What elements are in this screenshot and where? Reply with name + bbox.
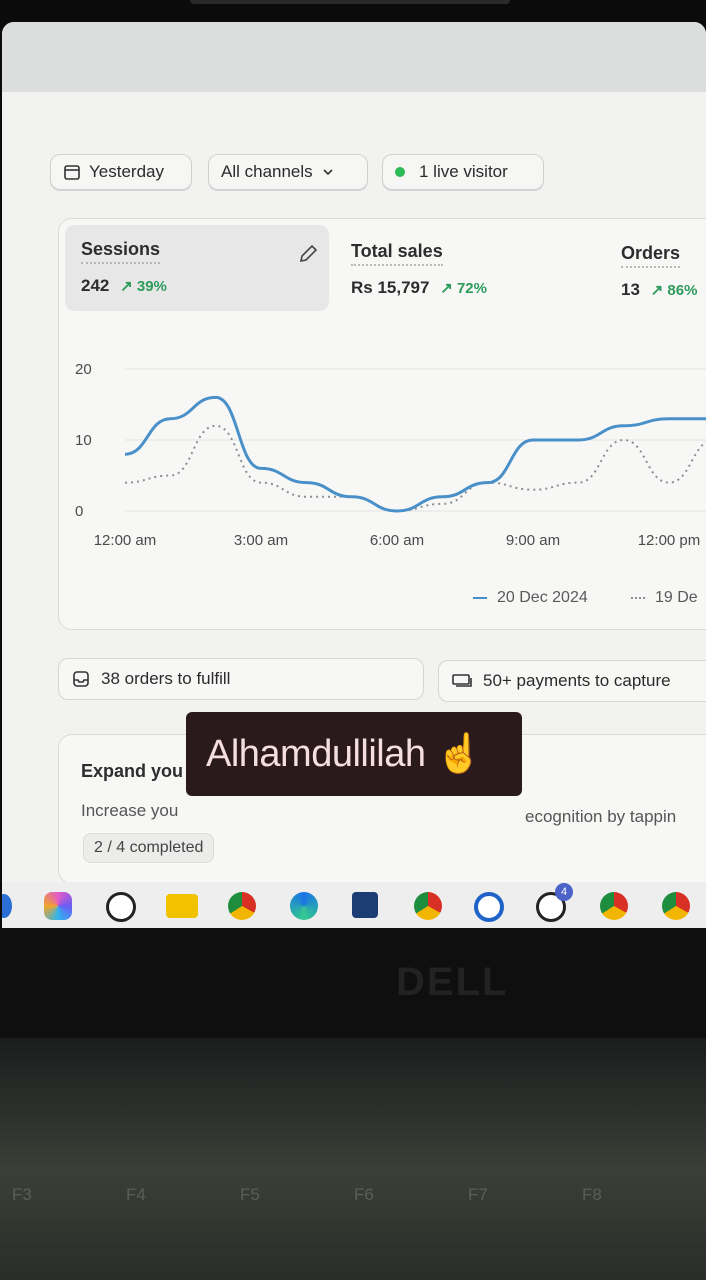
- legend-current: 20 Dec 2024: [473, 589, 588, 607]
- f6-key: F6: [354, 1185, 374, 1204]
- payments-to-capture-label: 50+ payments to capture: [483, 671, 671, 690]
- metric-number: Rs 15,797: [351, 278, 430, 297]
- expand-card-title: Expand you: [81, 761, 184, 781]
- metric-total-sales[interactable]: Total sales Rs 15,797 ↗ 72%: [351, 241, 487, 298]
- whatsapp-business-icon[interactable]: 4: [536, 883, 573, 922]
- notification-badge: 4: [555, 883, 573, 901]
- live-visitors-label: 1 live visitor: [419, 162, 508, 181]
- f7-key: F7: [468, 1185, 488, 1204]
- x-tick-label: 9:00 am: [506, 532, 560, 549]
- metric-orders[interactable]: Orders 13 ↗ 86%: [621, 243, 697, 300]
- metric-change: ↗ 39%: [120, 278, 167, 295]
- date-filter-button[interactable]: Yesterday: [50, 154, 192, 190]
- keyboard: [0, 1038, 706, 1280]
- story-sticker: Alhamdullilah ☝: [186, 712, 522, 796]
- chrome-icon-3[interactable]: [662, 892, 690, 920]
- f5-key: F5: [240, 1185, 260, 1204]
- chrome-profile-icon[interactable]: [414, 892, 442, 920]
- y-tick-label: 0: [75, 503, 83, 520]
- date-filter-label: Yesterday: [89, 162, 164, 181]
- sticker-text: Alhamdullilah ☝: [206, 733, 483, 775]
- metric-number: 13: [621, 280, 640, 299]
- whatsapp-icon[interactable]: [106, 892, 136, 922]
- y-tick-label: 20: [75, 361, 92, 378]
- x-tick-label: 12:00 am: [94, 532, 157, 549]
- chrome-icon[interactable]: [228, 892, 256, 920]
- f3-key: F3: [12, 1185, 32, 1204]
- f8-key: F8: [582, 1185, 602, 1204]
- metric-change: ↗ 86%: [650, 282, 698, 299]
- browser-chrome: [2, 22, 706, 92]
- camera-notch: [190, 0, 510, 4]
- metric-sessions[interactable]: Sessions 242 ↗ 39%: [81, 239, 167, 296]
- copilot-icon[interactable]: [44, 892, 72, 920]
- metric-value: Rs 15,797 ↗ 72%: [351, 278, 487, 298]
- legend-solid-swatch: [473, 596, 487, 599]
- chevron-down-icon: [323, 169, 333, 176]
- chrome-icon-2[interactable]: [600, 892, 628, 920]
- metric-change-value: 86%: [667, 282, 698, 299]
- channels-dropdown[interactable]: All channels: [208, 154, 368, 190]
- store-icon[interactable]: [352, 892, 378, 918]
- expand-card-text-left: Increase you: [81, 801, 179, 820]
- live-visitors-button[interactable]: 1 live visitor: [382, 154, 544, 190]
- series-line-previous: [124, 424, 706, 513]
- money-icon: [452, 674, 472, 687]
- x-tick-label: 12:00 pm: [638, 532, 701, 549]
- sessions-chart: 20 10 0 12:00 am 3:00 am 6:00 am 9:00 am 12:00 …: [75, 361, 706, 549]
- series-line-current: [124, 395, 706, 513]
- metric-number: 242: [81, 276, 110, 295]
- inbox-icon: [73, 671, 89, 687]
- metric-change: ↗ 72%: [440, 280, 487, 297]
- browser-icon[interactable]: [474, 892, 504, 922]
- x-tick-label: 6:00 am: [370, 532, 424, 549]
- metric-value: 13 ↗ 86%: [621, 280, 697, 300]
- payments-to-capture-button[interactable]: 50+ payments to capture: [438, 660, 706, 702]
- orders-to-fulfill-button[interactable]: 38 orders to fulfill: [58, 658, 424, 700]
- expand-card-text-right: ecognition by tappin: [525, 807, 677, 826]
- f4-key: F4: [126, 1185, 146, 1204]
- orders-to-fulfill-label: 38 orders to fulfill: [101, 669, 231, 688]
- edge-icon[interactable]: [290, 892, 318, 920]
- metric-label: Orders: [621, 243, 681, 268]
- metric-label: Total sales: [351, 241, 443, 266]
- laptop-bezel: DELL: [0, 928, 706, 1038]
- legend-previous: 19 De: [631, 589, 698, 607]
- y-tick-label: 10: [75, 432, 92, 449]
- progress-badge: 2 / 4 completed: [83, 833, 215, 863]
- metric-value: 242 ↗ 39%: [81, 276, 167, 296]
- taskbar: 4: [2, 882, 706, 928]
- metric-label: Sessions: [81, 239, 161, 264]
- channels-label: All channels: [221, 162, 313, 181]
- live-dot-icon: [395, 167, 405, 177]
- legend-current-label: 20 Dec 2024: [497, 589, 588, 606]
- legend-dotted-swatch: [631, 596, 645, 599]
- pencil-icon[interactable]: [297, 243, 319, 265]
- start-icon[interactable]: [2, 894, 12, 918]
- dell-logo: DELL: [396, 960, 509, 1004]
- x-tick-label: 3:00 am: [234, 532, 288, 549]
- metrics-card: Sessions 242 ↗ 39% Total sales Rs 15,797…: [58, 218, 706, 630]
- metric-change-value: 39%: [136, 278, 167, 295]
- file-explorer-icon[interactable]: [166, 894, 198, 918]
- calendar-icon: [64, 165, 80, 180]
- legend-previous-label: 19 De: [655, 589, 698, 606]
- metric-change-value: 72%: [456, 280, 487, 297]
